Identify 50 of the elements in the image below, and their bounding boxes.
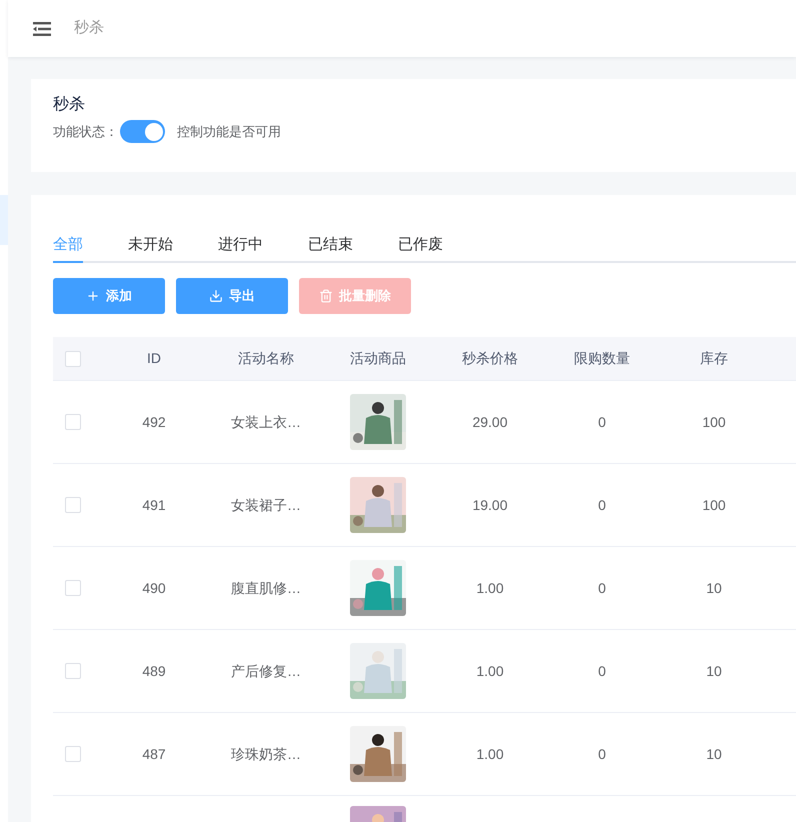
plus-icon xyxy=(86,289,100,303)
table-cell-text: 10 xyxy=(706,662,722,680)
checkbox[interactable] xyxy=(65,350,81,366)
column-header: 活动商品 xyxy=(350,349,406,368)
menu-icon[interactable] xyxy=(33,22,51,36)
checkbox[interactable] xyxy=(65,663,81,679)
table-cell-text: 489 xyxy=(142,662,166,680)
checkbox[interactable] xyxy=(65,746,81,762)
toggle-switch[interactable] xyxy=(120,120,165,143)
table-cell-text: 产后修复… xyxy=(231,662,301,680)
table-cell-text: 0 xyxy=(598,412,606,432)
download-icon xyxy=(209,289,223,303)
tab[interactable]: 已结束 xyxy=(308,229,353,263)
checkbox[interactable] xyxy=(65,497,81,513)
tab[interactable]: 已作废 xyxy=(398,229,443,263)
table-cell-text: 1.00 xyxy=(476,578,504,598)
column-header: 秒杀价格 xyxy=(462,349,518,368)
tab[interactable]: 未开始 xyxy=(128,229,173,263)
table-cell-text: 487 xyxy=(142,744,166,764)
switch-hint: 控制功能是否可用 xyxy=(177,122,281,141)
column-header: ID xyxy=(147,349,161,368)
table-cell-text: 女装上衣… xyxy=(231,412,301,432)
column-header: 活动名称 xyxy=(238,349,294,368)
table-cell-text: 492 xyxy=(142,412,166,432)
column-header: 限购数量 xyxy=(574,349,630,368)
table-cell-text: 1.00 xyxy=(476,744,504,764)
status-label: 功能状态： xyxy=(53,122,118,141)
table-cell-text: 腹直肌修… xyxy=(231,578,301,598)
table-cell-text: 10 xyxy=(706,578,722,598)
checkbox[interactable] xyxy=(65,580,81,596)
table-cell-text: 491 xyxy=(142,496,166,514)
table-cell-text: 490 xyxy=(142,578,166,598)
table-cell-text: 0 xyxy=(598,578,606,598)
page-title: 秒杀 xyxy=(74,18,104,38)
table-cell-text: 女装裙子… xyxy=(231,496,301,514)
card-title: 秒杀 xyxy=(53,95,86,115)
trash-icon xyxy=(319,289,333,303)
column-header: 库存 xyxy=(700,349,728,368)
table-cell-text: 珍珠奶茶… xyxy=(231,744,301,764)
tab[interactable]: 进行中 xyxy=(218,229,263,263)
table-cell-text: 19.00 xyxy=(472,496,508,514)
table-cell-text: 29.00 xyxy=(472,412,508,432)
table-cell-text: 100 xyxy=(702,412,726,432)
checkbox[interactable] xyxy=(65,414,81,430)
table-cell-text: 0 xyxy=(598,496,606,514)
table-cell-text: 100 xyxy=(702,496,726,514)
table-cell-text: 10 xyxy=(706,744,722,764)
table-cell-text: 1.00 xyxy=(476,662,504,680)
table-cell-text: 0 xyxy=(598,744,606,764)
table-cell-text: 0 xyxy=(598,662,606,680)
